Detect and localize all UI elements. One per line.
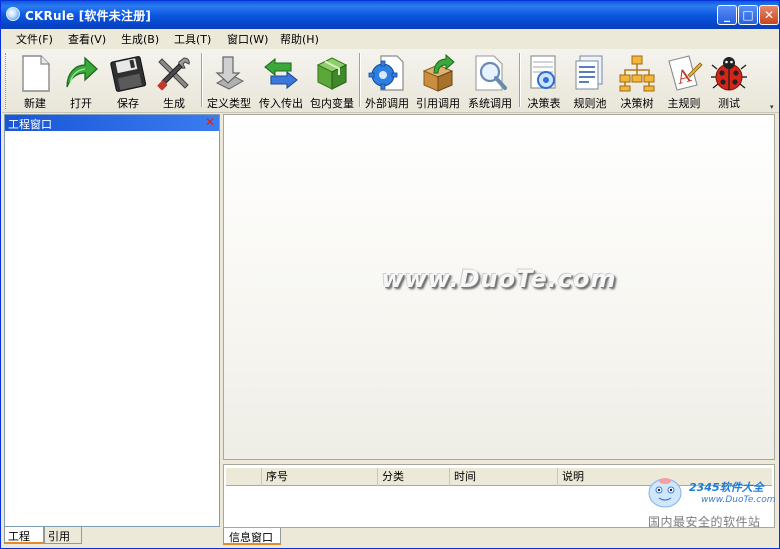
toolbar-new-label: 新建 <box>24 97 46 110</box>
toolbar-decision-tree-button[interactable]: 决策树 <box>614 49 660 111</box>
system-call-magnifier-icon <box>475 55 507 91</box>
test-ladybug-icon <box>711 57 747 91</box>
open-arrow-icon <box>66 56 98 88</box>
reference-call-box-icon <box>422 53 455 92</box>
toolbar-package-variable-button[interactable]: 包内变量 <box>308 49 356 111</box>
logo-url: www.DuoTe.com <box>701 495 776 505</box>
decision-table-icon <box>530 55 556 89</box>
close-button[interactable]: ✕ <box>759 5 779 25</box>
workspace-area[interactable]: www.DuoTe.com <box>223 114 775 460</box>
save-floppy-icon <box>110 56 147 92</box>
menu-window[interactable]: 窗口(W) <box>227 31 268 46</box>
app-icon <box>6 7 20 21</box>
project-panel-tabs: 工程 引用 <box>4 527 220 545</box>
tab-reference[interactable]: 引用 <box>44 527 82 544</box>
minimize-button[interactable]: _ <box>717 5 737 25</box>
tab-project[interactable]: 工程 <box>4 527 44 544</box>
build-tools-icon <box>157 57 190 91</box>
toolbar-main-rule-button[interactable]: A 主规则 <box>661 49 707 111</box>
project-panel-header: 工程窗口 ✕ <box>5 115 219 131</box>
toolbar: 新建 打开 保存 生成 定义类型 传入传出 包内变量 外部调用 引用调用 系统调… <box>2 49 779 113</box>
toolbar-separator <box>359 53 361 107</box>
toolbar-system-call-label: 系统调用 <box>468 97 512 110</box>
toolbar-define-type-label: 定义类型 <box>207 97 251 110</box>
toolbar-reference-call-label: 引用调用 <box>416 97 460 110</box>
toolbar-external-call-label: 外部调用 <box>365 97 409 110</box>
package-variable-icon <box>316 57 348 90</box>
toolbar-new-button[interactable]: 新建 <box>12 49 58 111</box>
toolbar-in-out-label: 传入传出 <box>259 97 303 110</box>
toolbar-open-button[interactable]: 打开 <box>58 49 104 111</box>
decision-tree-icon <box>619 55 655 92</box>
rule-pool-icon <box>575 55 603 90</box>
toolbar-decision-table-button[interactable]: 决策表 <box>522 49 566 111</box>
toolbar-build-label: 生成 <box>163 97 185 110</box>
menu-help[interactable]: 帮助(H) <box>280 31 319 46</box>
column-header-time[interactable]: 时间 <box>450 468 558 486</box>
project-tree[interactable] <box>5 131 219 526</box>
watermark-text: www.DuoTe.com <box>381 265 617 293</box>
project-panel: 工程窗口 ✕ <box>4 114 220 527</box>
toolbar-decision-table-label: 决策表 <box>527 97 561 110</box>
toolbar-reference-call-button[interactable]: 引用调用 <box>413 49 463 111</box>
mascot-logo-icon <box>648 478 682 508</box>
title-bar[interactable]: CKRule [软件未注册] _ □ ✕ <box>1 1 779 29</box>
menu-view[interactable]: 查看(V) <box>68 31 106 46</box>
menu-build[interactable]: 生成(B) <box>121 31 159 46</box>
toolbar-system-call-button[interactable]: 系统调用 <box>464 49 516 111</box>
new-file-icon <box>22 55 50 92</box>
toolbar-grip[interactable] <box>5 53 8 109</box>
toolbar-external-call-button[interactable]: 外部调用 <box>362 49 412 111</box>
toolbar-overflow-chevron-icon[interactable]: ▾ <box>770 103 778 111</box>
toolbar-open-label: 打开 <box>70 97 92 110</box>
toolbar-separator <box>519 53 521 107</box>
define-type-icon <box>215 56 245 90</box>
toolbar-define-type-button[interactable]: 定义类型 <box>205 49 253 111</box>
toolbar-build-button[interactable]: 生成 <box>151 49 197 111</box>
toolbar-main-rule-label: 主规则 <box>667 97 701 110</box>
menu-tools[interactable]: 工具(T) <box>174 31 211 46</box>
toolbar-save-button[interactable]: 保存 <box>105 49 151 111</box>
column-header-category[interactable]: 分类 <box>378 468 450 486</box>
toolbar-test-label: 测试 <box>718 97 740 110</box>
toolbar-rule-pool-button[interactable]: 规则池 <box>568 49 612 111</box>
toolbar-in-out-button[interactable]: 传入传出 <box>255 49 307 111</box>
toolbar-decision-tree-label: 决策树 <box>620 97 654 110</box>
toolbar-separator <box>201 53 203 107</box>
tab-info-window[interactable]: 信息窗口 <box>223 528 281 545</box>
toolbar-save-label: 保存 <box>117 97 139 110</box>
column-header-index[interactable]: 序号 <box>262 468 378 486</box>
external-call-gear-icon <box>368 55 404 91</box>
maximize-button[interactable]: □ <box>738 5 758 25</box>
logo-title: 2345软件大全 <box>689 481 764 494</box>
menu-file[interactable]: 文件(F) <box>16 31 53 46</box>
corner-logo: 2345软件大全 www.DuoTe.com 国内最安全的软件站 <box>641 471 779 531</box>
project-panel-title: 工程窗口 <box>8 118 52 131</box>
main-rule-icon: A <box>668 55 703 91</box>
window-title: CKRule [软件未注册] <box>25 9 152 23</box>
in-out-arrows-icon <box>264 57 298 90</box>
column-header-blank[interactable] <box>226 468 262 486</box>
close-icon[interactable]: ✕ <box>204 116 216 128</box>
logo-slogan: 国内最安全的软件站 <box>648 515 761 529</box>
app-window: CKRule [软件未注册] _ □ ✕ 文件(F) 查看(V) 生成(B) 工… <box>0 0 780 549</box>
toolbar-package-variable-label: 包内变量 <box>310 97 354 110</box>
toolbar-rule-pool-label: 规则池 <box>573 97 607 110</box>
toolbar-test-button[interactable]: 测试 <box>707 49 751 111</box>
menu-bar: 文件(F) 查看(V) 生成(B) 工具(T) 窗口(W) 帮助(H) <box>1 29 779 48</box>
